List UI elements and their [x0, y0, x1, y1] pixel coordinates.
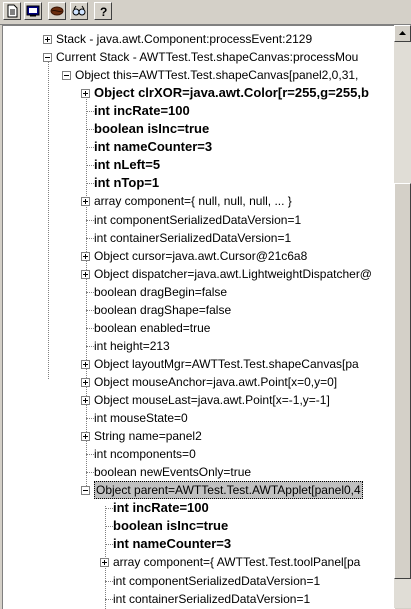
expand-icon[interactable]: [81, 377, 90, 387]
tree-row-label: boolean newEventsOnly=true: [94, 465, 252, 480]
tree-row-label: Object cursor=java.awt.Cursor@21c6a8: [94, 248, 308, 263]
tree-row[interactable]: Object dispatcher=java.awt.LightweightDi…: [3, 265, 395, 283]
tree-row-label: boolean isInc=true: [113, 518, 229, 534]
tree-row-label: String name=panel2: [94, 429, 202, 444]
tree-row-label: int height=213: [94, 338, 170, 353]
expand-icon[interactable]: [43, 35, 52, 44]
tree-row-label: Object parent=AWTTest.Test.AWTApplet[pan…: [94, 481, 363, 500]
expand-icon[interactable]: [81, 269, 90, 279]
tree-row[interactable]: Object mouseAnchor=java.awt.Point[x=0,y=…: [3, 373, 395, 391]
tree-row-label: int componentSerializedDataVersion=1: [113, 573, 321, 588]
tree-row-label: boolean isInc=true: [94, 121, 210, 137]
tree-row[interactable]: Object layoutMgr=AWTTest.Test.shapeCanva…: [3, 355, 395, 373]
tree-row-label: array component={ AWTTest.Test.toolPanel…: [113, 555, 361, 570]
tree-row[interactable]: Object cursor=java.awt.Cursor@21c6a8: [3, 247, 395, 265]
tree-row[interactable]: int nameCounter=3: [3, 138, 395, 156]
tree-row[interactable]: int mouseState=0: [3, 409, 395, 427]
tree-row[interactable]: int height=213: [3, 337, 395, 355]
tree-row-label: Object mouseAnchor=java.awt.Point[x=0,y=…: [94, 374, 338, 389]
tree-row-label: boolean dragShape=false: [94, 302, 232, 317]
scrollbar-thumb[interactable]: [394, 183, 411, 579]
tree-row-label: int nameCounter=3: [113, 536, 232, 552]
tree-row[interactable]: int incRate=100: [3, 102, 395, 120]
collapse-icon[interactable]: [62, 71, 71, 81]
tree-row[interactable]: String name=panel2: [3, 427, 395, 445]
tree-row[interactable]: boolean isInc=true: [3, 517, 395, 535]
tree-row-label: Object this=AWTTest.Test.shapeCanvas[pan…: [75, 68, 359, 83]
tree-row-label: int containerSerializedDataVersion=1: [113, 591, 311, 606]
tree-row[interactable]: Object mouseLast=java.awt.Point[x=-1,y=-…: [3, 391, 395, 409]
tree-row[interactable]: array component={ AWTTest.Test.toolPanel…: [3, 553, 395, 571]
tree-row[interactable]: boolean isInc=true: [3, 120, 395, 138]
expand-icon[interactable]: [81, 89, 90, 99]
tree-row[interactable]: int nLeft=5: [3, 156, 395, 174]
tree-row[interactable]: int containerSerializedDataVersion=1: [3, 590, 395, 608]
toolbar: ?: [0, 0, 411, 25]
glasses-icon[interactable]: [70, 2, 88, 20]
tree-row-label: int containerSerializedDataVersion=1: [94, 230, 292, 245]
expand-icon[interactable]: [81, 359, 90, 369]
tree-row[interactable]: int ncomponents=0: [3, 445, 395, 463]
tree-row[interactable]: int incRate=100: [3, 499, 395, 517]
expand-icon[interactable]: [81, 197, 90, 207]
expand-icon[interactable]: [81, 432, 90, 442]
tree-row-label: int nameCounter=3: [94, 139, 213, 155]
tree-row[interactable]: Object this=AWTTest.Test.shapeCanvas[pan…: [3, 66, 395, 84]
tree-row-label: array component={ null, null, null, ... …: [94, 194, 292, 209]
expand-icon[interactable]: [81, 396, 90, 405]
tree-row-label: int nLeft=5: [94, 157, 161, 173]
tree-row[interactable]: int nameCounter=3: [3, 535, 395, 553]
vertical-scrollbar[interactable]: [394, 25, 411, 608]
help-icon[interactable]: ?: [94, 2, 112, 20]
tree-row[interactable]: array component={ null, null, null, ... …: [3, 192, 395, 210]
tree-row-label: int incRate=100: [94, 103, 190, 119]
tree-row[interactable]: Current Stack - AWTTest.Test.shapeCanvas…: [3, 48, 395, 66]
tree-row-label: int mouseState=0: [94, 411, 188, 426]
tree-row[interactable]: boolean enabled=true: [3, 319, 395, 337]
tree-row[interactable]: boolean dragBegin=false: [3, 283, 395, 301]
document-icon[interactable]: [3, 2, 21, 20]
tree-row-label: Object dispatcher=java.awt.LightweightDi…: [94, 266, 372, 281]
tree-row[interactable]: int componentSerializedDataVersion=1: [3, 572, 395, 590]
tree-row[interactable]: int componentSerializedDataVersion=1: [3, 211, 395, 229]
collapse-icon[interactable]: [43, 53, 52, 63]
expand-icon[interactable]: [100, 558, 109, 568]
tree-row-label: int componentSerializedDataVersion=1: [94, 212, 302, 227]
expand-icon[interactable]: [81, 251, 90, 261]
tree-row-label: int ncomponents=0: [94, 447, 196, 462]
tree-row[interactable]: int containerSerializedDataVersion=1: [3, 229, 395, 247]
tree-row[interactable]: boolean newEventsOnly=true: [3, 463, 395, 481]
tree-row-label: Current Stack - AWTTest.Test.shapeCanvas…: [56, 50, 359, 65]
coffee-bean-icon[interactable]: [48, 2, 66, 20]
tree-row[interactable]: Stack - java.awt.Component:processEvent:…: [3, 30, 395, 48]
svg-text:?: ?: [100, 5, 107, 18]
tree-row[interactable]: int nTop=1: [3, 174, 395, 192]
tree-row-label: boolean enabled=true: [94, 320, 211, 335]
tree-row-label: Object clrXOR=java.awt.Color[r=255,g=255…: [94, 85, 369, 101]
console-icon[interactable]: [24, 2, 42, 20]
tree-row-label: int incRate=100: [113, 500, 209, 516]
tree-row-label: Stack - java.awt.Component:processEvent:…: [56, 32, 313, 46]
tree-row[interactable]: Object clrXOR=java.awt.Color[r=255,g=255…: [3, 84, 395, 102]
scroll-up-button[interactable]: [394, 25, 411, 42]
tree-row-label: Object mouseLast=java.awt.Point[x=-1,y=-…: [94, 393, 330, 407]
debug-tree[interactable]: Stack - java.awt.Component:processEvent:…: [2, 25, 395, 609]
collapse-icon[interactable]: [81, 486, 90, 496]
tree-row[interactable]: boolean dragShape=false: [3, 301, 395, 319]
tree-row-label: Object layoutMgr=AWTTest.Test.shapeCanva…: [94, 356, 359, 371]
tree-row-label: int nTop=1: [94, 175, 160, 191]
tree-row[interactable]: Object parent=AWTTest.Test.AWTApplet[pan…: [3, 481, 395, 500]
tree-row-label: boolean dragBegin=false: [94, 284, 228, 299]
